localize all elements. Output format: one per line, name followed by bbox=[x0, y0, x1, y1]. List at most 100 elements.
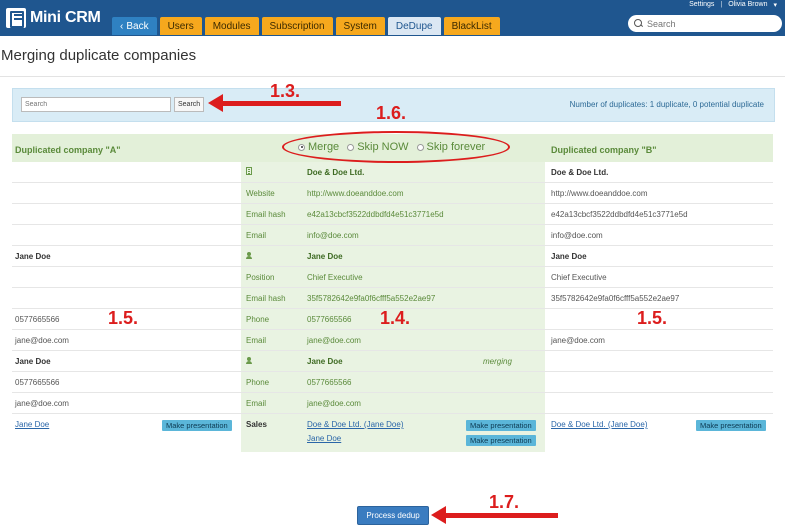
search-button[interactable]: Search bbox=[174, 97, 205, 112]
merged-value: e42a13cbcf3522ddbdfd4e51c3771e5d bbox=[307, 210, 444, 219]
sales-link-a[interactable]: Jane Doe bbox=[15, 420, 49, 429]
merged-column bbox=[241, 372, 545, 392]
tab-system[interactable]: System bbox=[335, 17, 385, 35]
chevron-left-icon: ‹ bbox=[120, 20, 124, 32]
merged-column bbox=[241, 246, 545, 266]
table-row: Email info@doe.com info@doe.com bbox=[12, 225, 773, 246]
annotation-1-3: 1.3. bbox=[270, 81, 301, 101]
table-row: 0577665566 Phone 0577665566 bbox=[12, 372, 773, 393]
table-row: Position Chief Executive Chief Executive bbox=[12, 267, 773, 288]
divider bbox=[0, 76, 785, 77]
sales-label: Sales bbox=[246, 420, 267, 429]
main-nav: ‹ Back Users Modules Subscription System… bbox=[112, 17, 500, 35]
app-logo[interactable]: Mini CRM bbox=[6, 7, 101, 29]
company-a-value: Jane Doe bbox=[15, 357, 51, 366]
annotation-1-6: 1.6. bbox=[376, 103, 407, 123]
duplicates-count: Number of duplicates: 1 duplicate, 0 pot… bbox=[569, 100, 764, 109]
company-a-header: Duplicated company "A" bbox=[15, 145, 121, 155]
annotation-1-5-left: 1.5. bbox=[108, 308, 139, 328]
sales-link-merged-company[interactable]: Doe & Doe Ltd. (Jane Doe) bbox=[307, 420, 404, 429]
company-b-value: info@doe.com bbox=[551, 231, 603, 240]
company-b-value: jane@doe.com bbox=[551, 336, 605, 345]
table-row: jane@doe.com Email jane@doe.com jane@doe… bbox=[12, 330, 773, 351]
building-icon bbox=[246, 167, 252, 175]
merged-column bbox=[241, 330, 545, 350]
tab-subscription[interactable]: Subscription bbox=[261, 17, 333, 35]
company-a-value: 0577665566 bbox=[15, 315, 60, 324]
settings-link[interactable]: Settings bbox=[689, 1, 714, 9]
merged-value: jane@doe.com bbox=[307, 336, 361, 345]
merged-value: http://www.doeanddoe.com bbox=[307, 189, 404, 198]
company-b-value: Chief Executive bbox=[551, 273, 607, 282]
tab-users[interactable]: Users bbox=[159, 17, 202, 35]
merging-status: merging bbox=[483, 357, 512, 366]
merged-value: info@doe.com bbox=[307, 231, 359, 240]
arrow-left-icon bbox=[431, 506, 558, 524]
app-window: Mini CRM ‹ Back Users Modules Subscripti… bbox=[0, 0, 785, 528]
merged-value: jane@doe.com bbox=[307, 399, 361, 408]
sales-link-merged-contact[interactable]: Jane Doe bbox=[307, 434, 341, 443]
field-label: Phone bbox=[246, 378, 270, 387]
global-search[interactable] bbox=[628, 15, 782, 32]
merged-value: 0577665566 bbox=[307, 378, 352, 387]
tab-back-label: Back bbox=[126, 20, 149, 32]
merged-column bbox=[241, 162, 545, 182]
make-presentation-button-b[interactable]: Make presentation bbox=[696, 420, 766, 431]
search-icon bbox=[634, 19, 643, 28]
company-b-value: e42a13cbcf3522ddbdfd4e51c3771e5d bbox=[551, 210, 688, 219]
tab-dedupe[interactable]: DeDupe bbox=[387, 17, 441, 35]
field-label: Phone bbox=[246, 315, 270, 324]
company-b-value: Doe & Doe Ltd. bbox=[551, 168, 609, 177]
field-label: Email bbox=[246, 399, 267, 408]
page-title: Merging duplicate companies bbox=[1, 47, 197, 64]
merged-column bbox=[241, 225, 545, 245]
options-highlight-ellipse bbox=[282, 131, 510, 163]
annotation-1-7: 1.7. bbox=[489, 492, 520, 512]
sales-row: Jane Doe Make presentation Sales Doe & D… bbox=[12, 414, 773, 452]
merged-value: 0577665566 bbox=[307, 315, 352, 324]
make-presentation-button-merged-1[interactable]: Make presentation bbox=[466, 420, 536, 431]
table-row: Jane Doe Jane Doe Jane Doe bbox=[12, 246, 773, 267]
user-links: Settings | Olivia Brown ▾ bbox=[689, 1, 777, 9]
field-label: Email bbox=[246, 336, 267, 345]
top-bar: Mini CRM ‹ Back Users Modules Subscripti… bbox=[0, 0, 785, 36]
logo-text: Mini CRM bbox=[30, 9, 101, 26]
search-input[interactable] bbox=[21, 97, 171, 112]
annotation-1-4: 1.4. bbox=[380, 308, 411, 328]
company-a-value: jane@doe.com bbox=[15, 399, 69, 408]
merged-value: Jane Doe bbox=[307, 252, 343, 261]
logo-icon bbox=[6, 8, 26, 28]
merged-column bbox=[241, 393, 545, 413]
user-menu-arrow-icon[interactable]: ▾ bbox=[773, 1, 777, 9]
table-row: Email hash 35f5782642e9fa0f6cfff5a552e2a… bbox=[12, 288, 773, 309]
person-icon bbox=[246, 357, 252, 364]
tab-blacklist[interactable]: BlackList bbox=[443, 17, 500, 35]
merged-value: Doe & Doe Ltd. bbox=[307, 168, 365, 177]
merged-value: Jane Doe bbox=[307, 357, 343, 366]
person-icon bbox=[246, 252, 252, 259]
table-row: Website http://www.doeanddoe.com http://… bbox=[12, 183, 773, 204]
field-label: Email hash bbox=[246, 294, 286, 303]
merged-value: 35f5782642e9fa0f6cfff5a552e2ae97 bbox=[307, 294, 436, 303]
user-name-link[interactable]: Olivia Brown bbox=[728, 1, 767, 9]
merged-value: Chief Executive bbox=[307, 273, 363, 282]
company-b-value: http://www.doeanddoe.com bbox=[551, 189, 648, 198]
sales-link-b[interactable]: Doe & Doe Ltd. (Jane Doe) bbox=[551, 420, 648, 429]
company-b-header: Duplicated company "B" bbox=[551, 145, 657, 155]
company-b-value: Jane Doe bbox=[551, 252, 587, 261]
table-row: Doe & Doe Ltd. Doe & Doe Ltd. bbox=[12, 162, 773, 183]
link-separator: | bbox=[720, 1, 723, 8]
company-a-value: 0577665566 bbox=[15, 378, 60, 387]
tab-modules[interactable]: Modules bbox=[204, 17, 259, 35]
merged-column bbox=[241, 267, 545, 287]
global-search-input[interactable] bbox=[647, 18, 767, 29]
field-label: Email hash bbox=[246, 210, 286, 219]
field-label: Email bbox=[246, 231, 267, 240]
company-a-value: jane@doe.com bbox=[15, 336, 69, 345]
process-dedup-button[interactable]: Process dedup bbox=[357, 506, 429, 525]
make-presentation-button-merged-2[interactable]: Make presentation bbox=[466, 435, 536, 446]
make-presentation-button-a[interactable]: Make presentation bbox=[162, 420, 232, 431]
table-row: jane@doe.com Email jane@doe.com bbox=[12, 393, 773, 414]
tab-back[interactable]: ‹ Back bbox=[112, 17, 157, 35]
table-row: Email hash e42a13cbcf3522ddbdfd4e51c3771… bbox=[12, 204, 773, 225]
